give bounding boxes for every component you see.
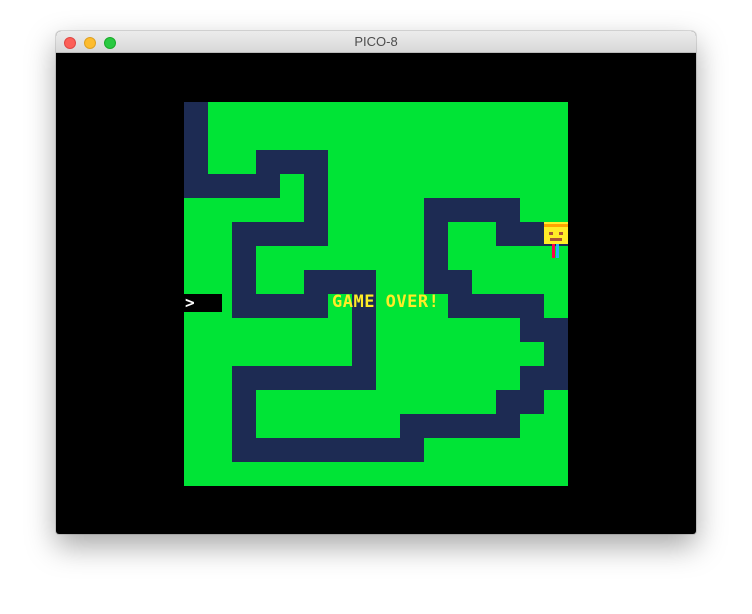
path-segment [520, 318, 568, 342]
game-screen[interactable]: > GAME OVER! [184, 102, 568, 486]
window-title: PICO-8 [354, 34, 398, 49]
title-bar[interactable]: PICO-8 [56, 31, 696, 53]
exit-marker: > [184, 293, 222, 312]
path-segment [232, 294, 328, 318]
path-segment [400, 414, 520, 438]
player-mouth [550, 238, 562, 241]
path-segment [184, 174, 280, 198]
player-leg-right [556, 244, 559, 258]
path-segment [232, 438, 424, 462]
path-segment [496, 390, 544, 414]
player-hair [544, 224, 568, 227]
player-eye-left [549, 232, 553, 235]
path-segment [448, 294, 544, 318]
player-sprite [544, 222, 568, 258]
pico8-window: PICO-8 > GAME OVER! [56, 31, 696, 534]
game-over-text: GAME OVER! [332, 292, 440, 312]
player-eye-right [559, 232, 563, 235]
exit-arrow-icon: > [185, 293, 195, 312]
player-leg-left [552, 244, 555, 258]
